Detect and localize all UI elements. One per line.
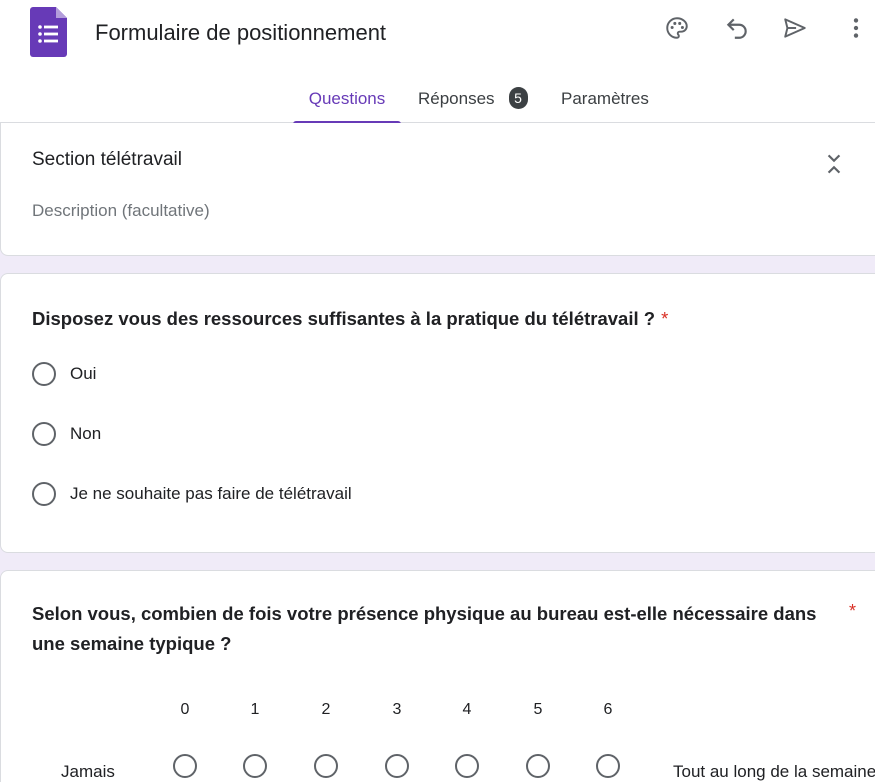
scale-label-4: 4 [462, 701, 472, 718]
section-description-field[interactable]: Description (facultative) [32, 201, 210, 221]
scale-radio-6[interactable] [596, 754, 620, 778]
tab-responses[interactable]: Réponses 5 [418, 78, 528, 123]
tab-label: Paramètres [561, 89, 649, 108]
palette-icon[interactable] [659, 10, 695, 46]
question-text: Disposez vous des ressources suffisantes… [32, 308, 656, 329]
form-tabs: Questions Réponses 5 Paramètres [0, 78, 875, 124]
scale-label-2: 2 [321, 701, 331, 718]
option-oui[interactable]: Oui [32, 362, 96, 386]
required-asterisk: * [661, 308, 669, 329]
form-title[interactable]: Formulaire de positionnement [95, 20, 386, 46]
question-card-resources[interactable]: Disposez vous des ressources suffisantes… [0, 273, 875, 553]
scale-radio-1[interactable] [243, 754, 267, 778]
option-no-telework[interactable]: Je ne souhaite pas faire de télétravail [32, 482, 352, 506]
app-header: Formulaire de positionnement Questions R… [0, 0, 875, 124]
send-icon[interactable] [777, 10, 813, 46]
scale-label-6: 6 [603, 701, 613, 718]
required-asterisk: * [849, 601, 857, 621]
collapse-section-icon[interactable] [821, 151, 847, 177]
radio-button[interactable] [32, 362, 56, 386]
scale-radio-0[interactable] [173, 754, 197, 778]
forms-logo-icon[interactable] [30, 7, 67, 57]
option-label: Oui [70, 364, 97, 383]
scale-label-1: 1 [250, 701, 260, 718]
more-vert-icon[interactable] [838, 10, 874, 46]
radio-button[interactable] [32, 422, 56, 446]
question-title: Disposez vous des ressources suffisantes… [32, 304, 668, 334]
radio-button[interactable] [32, 482, 56, 506]
scale-radio-2[interactable] [314, 754, 338, 778]
option-non[interactable]: Non [32, 422, 101, 446]
tab-settings[interactable]: Paramètres [561, 78, 649, 123]
scale-low-label: Jamais [61, 762, 115, 781]
tab-label: Questions [308, 89, 386, 108]
tab-questions[interactable]: Questions [293, 78, 401, 124]
tab-label: Réponses [418, 89, 495, 108]
scale-radio-3[interactable] [385, 754, 409, 778]
scale-label-5: 5 [533, 701, 543, 718]
option-label: Non [70, 424, 102, 443]
scale-label-0: 0 [180, 701, 190, 718]
undo-icon[interactable] [719, 10, 755, 46]
section-title[interactable]: Section télétravail [32, 149, 182, 171]
responses-count-badge: 5 [508, 87, 528, 109]
question-text: Selon vous, combien de fois votre présen… [32, 603, 817, 654]
question-card-office-presence[interactable]: Selon vous, combien de fois votre présen… [0, 570, 875, 782]
scale-radio-4[interactable] [455, 754, 479, 778]
scale-high-label: Tout au long de la semaine [673, 762, 875, 781]
option-label: Je ne souhaite pas faire de télétravail [70, 484, 352, 503]
section-header-card[interactable]: Section télétravail Description (faculta… [0, 123, 875, 256]
scale-label-3: 3 [392, 701, 402, 718]
scale-radio-5[interactable] [526, 754, 550, 778]
